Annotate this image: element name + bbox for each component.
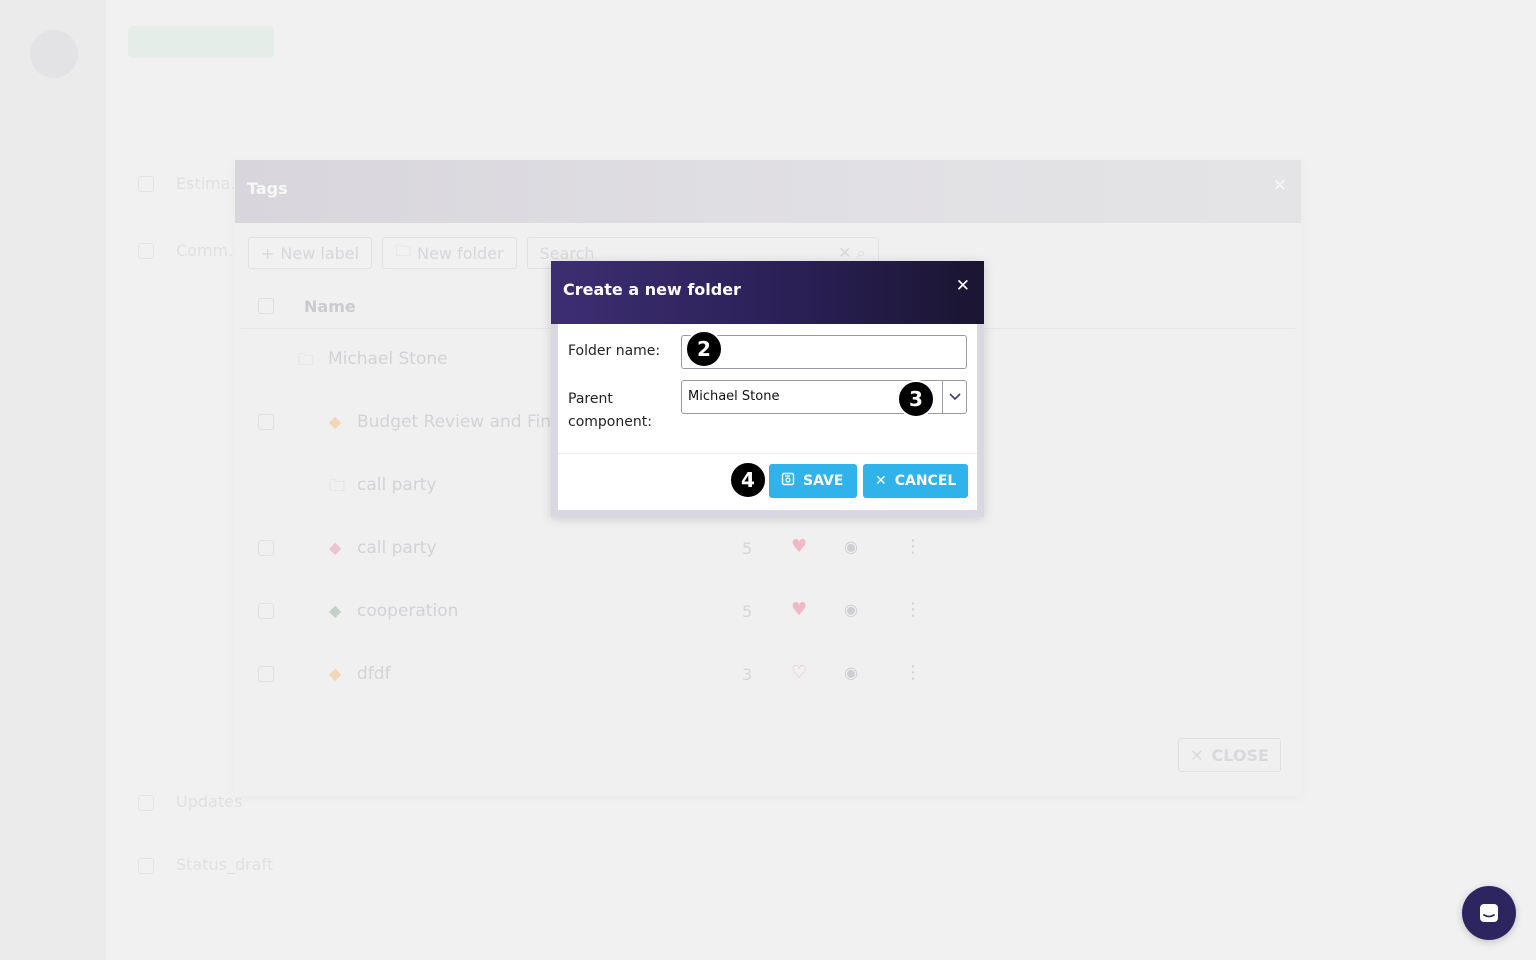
eye-icon[interactable]: ◉ [844,663,858,682]
new-label-button[interactable]: + New label [248,237,373,269]
heart-icon[interactable]: ♥ [791,599,807,620]
dialog-header: Create a new folder ✕ [551,261,984,324]
close-icon[interactable]: ✕ [956,276,970,296]
cancel-label: CANCEL [894,473,957,489]
parent-component-label: Parent component: [568,388,652,434]
row-label: call party [357,475,437,495]
chevron-down-icon[interactable] [942,381,966,413]
folder-icon: 🗀 [329,476,346,495]
row-label: cooperation [357,601,459,621]
row-label: call party [357,538,437,558]
tag-icon: ◆ [329,601,342,620]
search-placeholder: Search [539,243,595,263]
folder-name-label: Folder name: [568,343,661,359]
row-checkbox[interactable] [258,666,274,682]
more-options-icon[interactable]: ⋮ [904,599,922,620]
select-all-checkbox[interactable] [258,298,274,314]
new-folder-button[interactable]: 🗀 New folder [382,237,517,269]
dialog-title: Create a new folder [563,280,741,299]
close-icon: ✕ [875,473,887,489]
tag-icon: ◆ [329,538,342,557]
save-label: SAVE [803,473,844,489]
parent-label-line1: Parent [568,391,613,407]
plus-icon: + [261,243,275,263]
table-row[interactable]: ◆ call party 5 ♥ ◉ ⋮ [241,518,1295,581]
heart-icon[interactable]: ♥ [791,536,807,557]
table-row[interactable]: ◆ dfdf 3 ♡ ◉ ⋮ [241,644,1295,707]
row-checkbox[interactable] [258,414,274,430]
close-icon[interactable]: ✕ [1273,176,1287,196]
table-row[interactable]: ◆ cooperation 5 ♥ ◉ ⋮ [241,581,1295,644]
folder-name-input[interactable] [681,335,967,369]
new-folder-text: New folder [417,243,504,263]
row-count: 3 [742,665,753,684]
row-checkbox[interactable] [258,540,274,556]
row-count: 5 [742,602,753,621]
eye-icon[interactable]: ◉ [844,600,858,619]
tag-icon: ◆ [329,664,342,683]
more-options-icon[interactable]: ⋮ [904,536,922,557]
save-button[interactable]: SAVE [769,464,857,498]
row-label: dfdf [357,664,391,684]
close-icon: ✕ [1190,745,1204,765]
step-badge: 4 [729,461,767,499]
parent-label-line2: component: [568,414,652,430]
folder-icon: 🗀 [298,350,315,369]
row-checkbox[interactable] [258,603,274,619]
save-icon [781,472,795,490]
step-badge: 2 [685,330,723,368]
chat-icon [1480,904,1498,922]
tags-modal-header: Tags ✕ [235,160,1301,223]
parent-selected-value: Michael Stone [688,389,780,404]
tag-icon: ◆ [329,412,342,431]
eye-icon[interactable]: ◉ [844,537,858,556]
chat-launcher-button[interactable] [1462,886,1516,940]
folder-plus-icon: 🗀 [395,240,412,260]
row-label: Budget Review and Fin [357,412,552,432]
cancel-button[interactable]: ✕ CANCEL [863,464,968,498]
heart-outline-icon[interactable]: ♡ [791,662,807,683]
dialog-divider [558,453,977,454]
step-badge: 3 [897,380,935,418]
tags-close-button[interactable]: ✕ CLOSE [1178,738,1281,772]
new-label-text: New label [280,243,360,263]
name-column-header: Name [304,297,356,316]
more-options-icon[interactable]: ⋮ [904,662,922,683]
close-button-label: CLOSE [1211,745,1269,765]
row-count: 5 [742,539,753,558]
row-label: Michael Stone [328,349,448,369]
tags-modal-title: Tags [247,179,288,198]
clear-search-icon[interactable]: ✕ ⌕ [838,243,865,263]
